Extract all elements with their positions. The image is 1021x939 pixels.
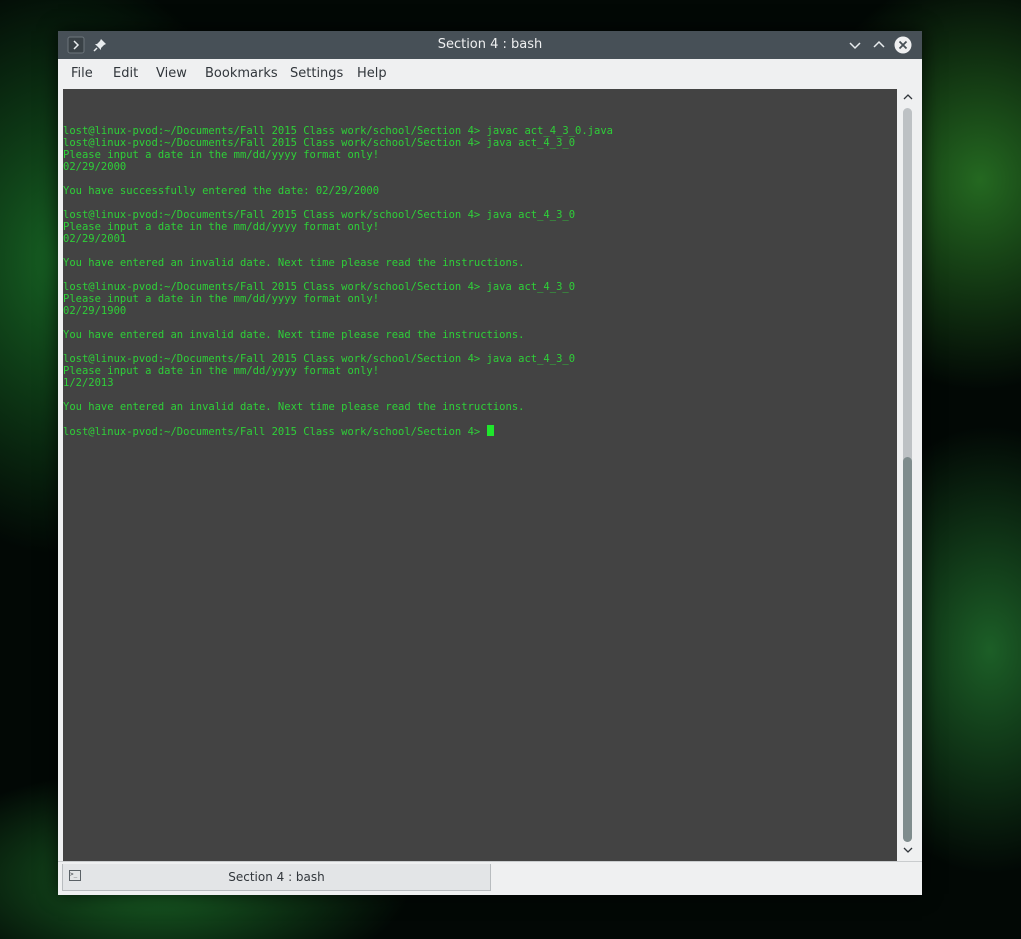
window-title: Section 4 : bash	[437, 37, 543, 52]
terminal-line: Please input a date in the mm/dd/yyyy fo…	[63, 365, 380, 377]
terminal-line: 02/29/2000	[63, 161, 127, 173]
tab-section-4-bash[interactable]: >_ Section 4 : bash	[62, 864, 491, 891]
terminal-line: 1/2/2013	[63, 377, 114, 389]
terminal-line: 02/29/2001	[63, 233, 127, 245]
terminal-line: You have entered an invalid date. Next t…	[63, 401, 525, 413]
terminal-prompt-line: lost@linux-pvod:~/Documents/Fall 2015 Cl…	[63, 425, 893, 438]
menu-edit[interactable]: Edit	[113, 59, 138, 89]
tab-bar: >_ Section 4 : bash	[58, 861, 922, 895]
menu-bookmarks[interactable]: Bookmarks	[205, 59, 278, 89]
title-bar[interactable]: Section 4 : bash	[58, 31, 922, 59]
menu-help[interactable]: Help	[357, 59, 387, 89]
terminal-line: lost@linux-pvod:~/Documents/Fall 2015 Cl…	[63, 125, 613, 137]
terminal-output: lost@linux-pvod:~/Documents/Fall 2015 Cl…	[63, 89, 893, 438]
konsole-window: Section 4 : bash File Edit View Bookmark…	[58, 31, 922, 895]
terminal-line: You have successfully entered the date: …	[63, 185, 380, 197]
menu-view[interactable]: View	[156, 59, 187, 89]
close-icon[interactable]	[894, 36, 912, 54]
terminal-line: lost@linux-pvod:~/Documents/Fall 2015 Cl…	[63, 209, 576, 221]
scrollbar-handle[interactable]	[903, 457, 912, 842]
terminal-prompt: lost@linux-pvod:~/Documents/Fall 2015 Cl…	[63, 426, 487, 438]
menu-bar: File Edit View Bookmarks Settings Help	[58, 59, 922, 89]
terminal-line: Please input a date in the mm/dd/yyyy fo…	[63, 149, 380, 161]
terminal-view[interactable]: lost@linux-pvod:~/Documents/Fall 2015 Cl…	[63, 89, 897, 861]
text-cursor	[486, 425, 494, 436]
chevron-down-icon[interactable]	[898, 844, 918, 860]
vertical-scrollbar[interactable]	[898, 89, 918, 861]
terminal-line: You have entered an invalid date. Next t…	[63, 329, 525, 341]
chevron-up-icon[interactable]	[898, 91, 918, 107]
terminal-line: You have entered an invalid date. Next t…	[63, 257, 525, 269]
terminal-line: Please input a date in the mm/dd/yyyy fo…	[63, 221, 380, 233]
menu-settings[interactable]: Settings	[290, 59, 343, 89]
terminal-line: lost@linux-pvod:~/Documents/Fall 2015 Cl…	[63, 137, 576, 149]
chevron-down-icon[interactable]	[846, 36, 864, 54]
terminal-line: lost@linux-pvod:~/Documents/Fall 2015 Cl…	[63, 353, 576, 365]
tab-label: Section 4 : bash	[228, 870, 325, 884]
terminal-line: 02/29/1900	[63, 305, 127, 317]
terminal-line: lost@linux-pvod:~/Documents/Fall 2015 Cl…	[63, 281, 576, 293]
chevron-up-icon[interactable]	[870, 36, 888, 54]
menu-file[interactable]: File	[71, 59, 93, 89]
terminal-line: Please input a date in the mm/dd/yyyy fo…	[63, 293, 380, 305]
